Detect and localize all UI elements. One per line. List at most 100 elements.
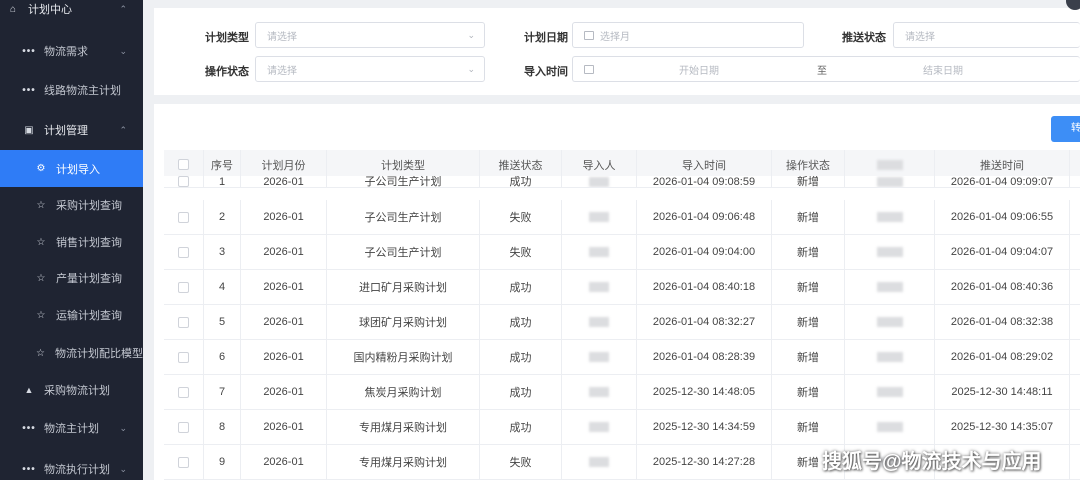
header-hidden [845,150,935,179]
table-panel: 转 序号 计划月份 计划类型 推送状态 导入人 导入时间 操作状态 推送时间 1 2026-01… [154,104,1080,480]
calendar-icon [584,64,594,74]
row-push-time: 2025-12-30 14:48:11 [935,375,1070,409]
row-select-cell [164,235,204,269]
row-select-cell [164,305,204,339]
row-importer [562,340,637,374]
redacted-value [589,422,609,432]
redacted-value [589,387,609,397]
sidebar-item-5[interactable]: ☆ 采购计划查询 [0,187,143,223]
dots-icon: ••• [22,84,36,96]
row-checkbox[interactable] [178,386,189,398]
header-plan-type: 计划类型 [327,150,480,179]
home-icon: ⌂ [9,3,17,15]
range-separator: 至 [817,65,827,77]
row-importer [562,375,637,409]
row-importer [562,305,637,339]
sidebar-item-0[interactable]: ⌂ 计划中心 ⌃ [0,0,143,27]
redacted-header [876,159,903,170]
row-checkbox[interactable] [178,246,189,258]
row-index: 8 [204,410,241,444]
table-row[interactable]: 2 2026-01 子公司生产计划 失败 2026-01-04 09:06:48 新增 20… [164,200,1080,235]
table-row[interactable]: 6 2026-01 国内精粉月采购计划 成功 2026-01-04 08:28:39 新增… [164,340,1080,375]
sidebar-item-9[interactable]: ☆ 物流计划配比模型 [0,335,143,371]
sidebar-item-3[interactable]: ▣ 计划管理 ⌃ [0,112,143,148]
table-row[interactable]: 7 2026-01 焦炭月采购计划 成功 2025-12-30 14:48:05 新增 20… [164,375,1080,410]
row-import-time: 2026-01-04 08:28:39 [637,340,772,374]
row-op-status: 新增 [772,270,845,304]
redacted-value [876,212,903,222]
row-index: 9 [204,445,241,479]
row-plan-month: 2026-01 [241,445,327,479]
redacted-value [589,212,609,222]
row-plan-type: 进口矿月采购计划 [327,270,480,304]
row-cut-cell [1070,200,1080,234]
chevron-down-icon: ⌄ [119,422,127,433]
row-hidden [845,235,935,269]
table-row[interactable]: 5 2026-01 球团矿月采购计划 成功 2026-01-04 08:32:27 新增 2… [164,305,1080,340]
redacted-value [589,317,609,327]
row-select-cell [164,375,204,409]
op-status-select[interactable]: 请选择 ⌄ [255,56,485,82]
row-push-status: 成功 [480,340,562,374]
push-status-select[interactable]: 请选择 [893,22,1080,48]
sidebar-item-8[interactable]: ☆ 运输计划查询 [0,297,143,333]
sidebar-item-7[interactable]: ☆ 产量计划查询 [0,260,143,296]
row-importer [562,176,637,187]
table-row[interactable]: 3 2026-01 子公司生产计划 失败 2026-01-04 09:04:00 新增 20… [164,235,1080,270]
select-all-checkbox[interactable] [178,159,189,170]
row-select-cell [164,340,204,374]
header-plan-month: 计划月份 [241,150,327,179]
chevron-down-icon: ⌄ [467,29,475,40]
sidebar-item-4[interactable]: ⚙ 计划导入 [0,150,143,187]
sidebar-item-10[interactable]: ▲ 采购物流计划 [0,372,143,408]
row-plan-type: 专用煤月采购计划 [327,410,480,444]
import-button[interactable]: 转 [1051,116,1080,142]
redacted-value [876,177,903,187]
row-checkbox[interactable] [178,211,189,223]
plan-icon: ▣ [24,124,34,136]
sidebar-item-1[interactable]: ••• 物流需求 ⌄ [0,33,143,69]
sidebar-item-11[interactable]: ••• 物流主计划 ⌄ [0,410,143,446]
row-checkbox[interactable] [178,421,189,433]
row-index: 5 [204,305,241,339]
star-icon: ☆ [36,347,45,359]
chevron-down-icon: ⌄ [467,63,475,74]
redacted-value [589,177,609,187]
row-checkbox[interactable] [178,351,189,363]
import-time-range-picker[interactable]: 开始日期 至 结束日期 [572,56,1080,82]
table-row[interactable]: 4 2026-01 进口矿月采购计划 成功 2026-01-04 08:40:18 新增 2… [164,270,1080,305]
redacted-value [589,282,609,292]
row-op-status: 新增 [772,410,845,444]
row-importer [562,445,637,479]
plan-type-select[interactable]: 请选择 ⌄ [255,22,485,48]
redacted-value [876,282,903,292]
table-row[interactable]: 1 2026-01 子公司生产计划 成功 2026-01-04 09:08:59 新增 20… [164,176,1080,188]
star-icon: ☆ [36,199,46,211]
plan-type-placeholder: 请选择 [267,31,297,43]
sidebar-item-label: 销售计划查询 [56,237,122,249]
plan-date-picker[interactable]: 选择月 [572,22,804,48]
row-checkbox[interactable] [178,176,189,187]
row-plan-month: 2026-01 [241,270,327,304]
row-op-status: 新增 [772,235,845,269]
header-importer: 导入人 [562,150,637,179]
row-checkbox[interactable] [178,316,189,328]
sidebar-item-2[interactable]: ••• 线路物流主计划 [0,72,143,108]
sidebar-item-12[interactable]: ••• 物流执行计划 ⌄ [0,451,143,480]
sidebar-item-6[interactable]: ☆ 销售计划查询 [0,224,143,260]
row-import-time: 2025-12-30 14:34:59 [637,410,772,444]
row-cut-cell [1070,305,1080,339]
row-hidden [845,200,935,234]
header-push-time: 推送时间 [935,150,1070,179]
row-checkbox[interactable] [178,456,189,468]
row-plan-type: 焦炭月采购计划 [327,375,480,409]
table-row[interactable]: 8 2026-01 专用煤月采购计划 成功 2025-12-30 14:34:59 新增 2… [164,410,1080,445]
row-importer [562,270,637,304]
row-plan-month: 2026-01 [241,235,327,269]
redacted-value [589,352,609,362]
row-index: 4 [204,270,241,304]
row-cut-cell [1070,270,1080,304]
plan-type-label: 计划类型 [205,32,249,44]
row-checkbox[interactable] [178,281,189,293]
dots-icon: ••• [22,422,36,434]
